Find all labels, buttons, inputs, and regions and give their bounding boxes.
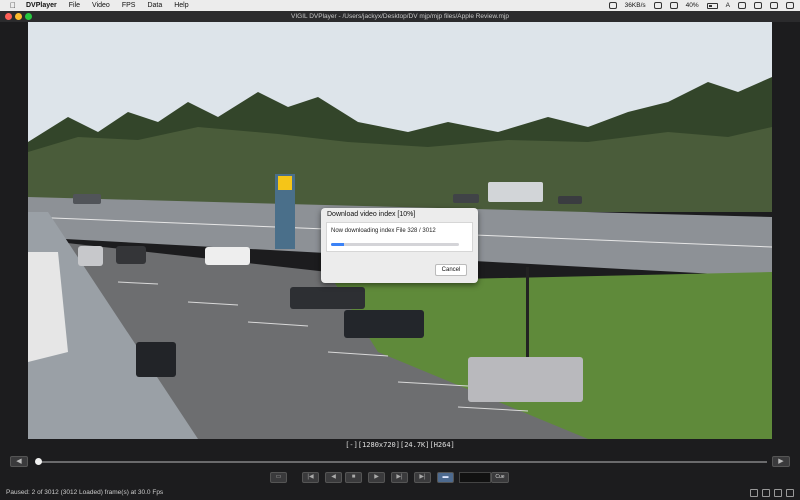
download-progress-bar — [331, 243, 459, 246]
download-progress-fill — [331, 243, 344, 246]
transport-controls: ▭ |◀ ◀ ■ ▶ ▶| ▶| ▬ Cue — [0, 471, 800, 485]
search-icon[interactable] — [754, 2, 762, 9]
step-forward-icon[interactable]: ▶ — [772, 456, 790, 467]
menu-bar:  DVPlayer File Video FPS Data Help 36KB… — [0, 0, 800, 11]
cancel-button[interactable]: Cancel — [435, 264, 467, 276]
seek-handle[interactable] — [35, 458, 43, 465]
overlay-icon: ▬ — [442, 474, 449, 480]
print-icon[interactable] — [774, 489, 782, 497]
list-view-icon[interactable] — [750, 489, 758, 497]
skip-to-start-button[interactable]: |◀ — [302, 472, 319, 483]
menu-video[interactable]: Video — [92, 0, 110, 11]
apple-icon[interactable]:  — [10, 0, 18, 11]
window-title-bar: VIGIL DVPlayer - /Users/jackyx/Desktop/D… — [0, 11, 800, 22]
minimize-window-button[interactable] — [15, 13, 22, 20]
battery-icon[interactable] — [706, 2, 718, 9]
step-back-icon[interactable]: ◀ — [10, 456, 28, 467]
stop-button[interactable]: ■ — [345, 472, 362, 483]
skip-start-icon: |◀ — [307, 474, 314, 480]
overlay-toggle-button[interactable]: ▬ — [437, 472, 454, 483]
network-speed[interactable]: 36KB/s — [625, 2, 646, 9]
skip-end-icon: ▶| — [419, 474, 426, 480]
cue-button[interactable]: Cue — [491, 472, 509, 483]
keyboard-layout[interactable]: A — [726, 2, 730, 9]
seek-row: ◀ ▶ — [0, 454, 800, 470]
screen-icon[interactable] — [608, 2, 617, 9]
menu-data[interactable]: Data — [147, 0, 162, 11]
stop-icon: ■ — [351, 474, 356, 480]
open-folder-button[interactable]: ▭ — [270, 472, 287, 483]
wifi-icon[interactable] — [669, 2, 678, 9]
folder-icon: ▭ — [275, 474, 282, 480]
frame-number-input[interactable] — [459, 472, 491, 483]
window-title: VIGIL DVPlayer - /Users/jackyx/Desktop/D… — [291, 13, 509, 20]
menu-help[interactable]: Help — [174, 0, 188, 11]
maximize-window-button[interactable] — [25, 13, 32, 20]
export-icon[interactable] — [786, 489, 794, 497]
siri-icon[interactable] — [770, 2, 778, 9]
skype-icon[interactable] — [653, 2, 662, 9]
menu-file[interactable]: File — [69, 0, 80, 11]
app-menu[interactable]: DVPlayer — [26, 0, 57, 11]
skip-to-end-button[interactable]: ▶| — [414, 472, 431, 483]
status-menu-area: 36KB/s 40% A — [608, 0, 794, 11]
step-forward-icon: ▶| — [396, 474, 403, 480]
dialog-message: Now downloading index File 328 / 3012 — [331, 228, 436, 234]
play-button[interactable]: ▶ — [368, 472, 385, 483]
close-window-button[interactable] — [5, 13, 12, 20]
grid-view-icon[interactable] — [762, 489, 770, 497]
battery-percent[interactable]: 40% — [686, 2, 699, 9]
status-bar: Paused: 2 of 3012 (3012 Loaded) frame(s)… — [0, 486, 800, 500]
dialog-title: Download video index [10%] — [327, 211, 416, 218]
video-info: [-][1280x720][24.7K][H264] — [345, 441, 455, 449]
step-back-icon: ◀ — [331, 474, 336, 480]
download-index-dialog: Download video index [10%] Now downloadi… — [321, 208, 478, 283]
playback-status: Paused: 2 of 3012 (3012 Loaded) frame(s)… — [6, 489, 164, 496]
dialog-panel: Now downloading index File 328 / 3012 — [326, 222, 473, 252]
play-icon: ▶ — [374, 474, 379, 480]
seek-bar[interactable] — [35, 458, 767, 465]
clock-icon[interactable] — [738, 2, 746, 9]
notification-center-icon[interactable] — [786, 2, 794, 9]
menu-fps[interactable]: FPS — [122, 0, 136, 11]
step-backward-button[interactable]: ◀ — [325, 472, 342, 483]
step-forward-button[interactable]: ▶| — [391, 472, 408, 483]
